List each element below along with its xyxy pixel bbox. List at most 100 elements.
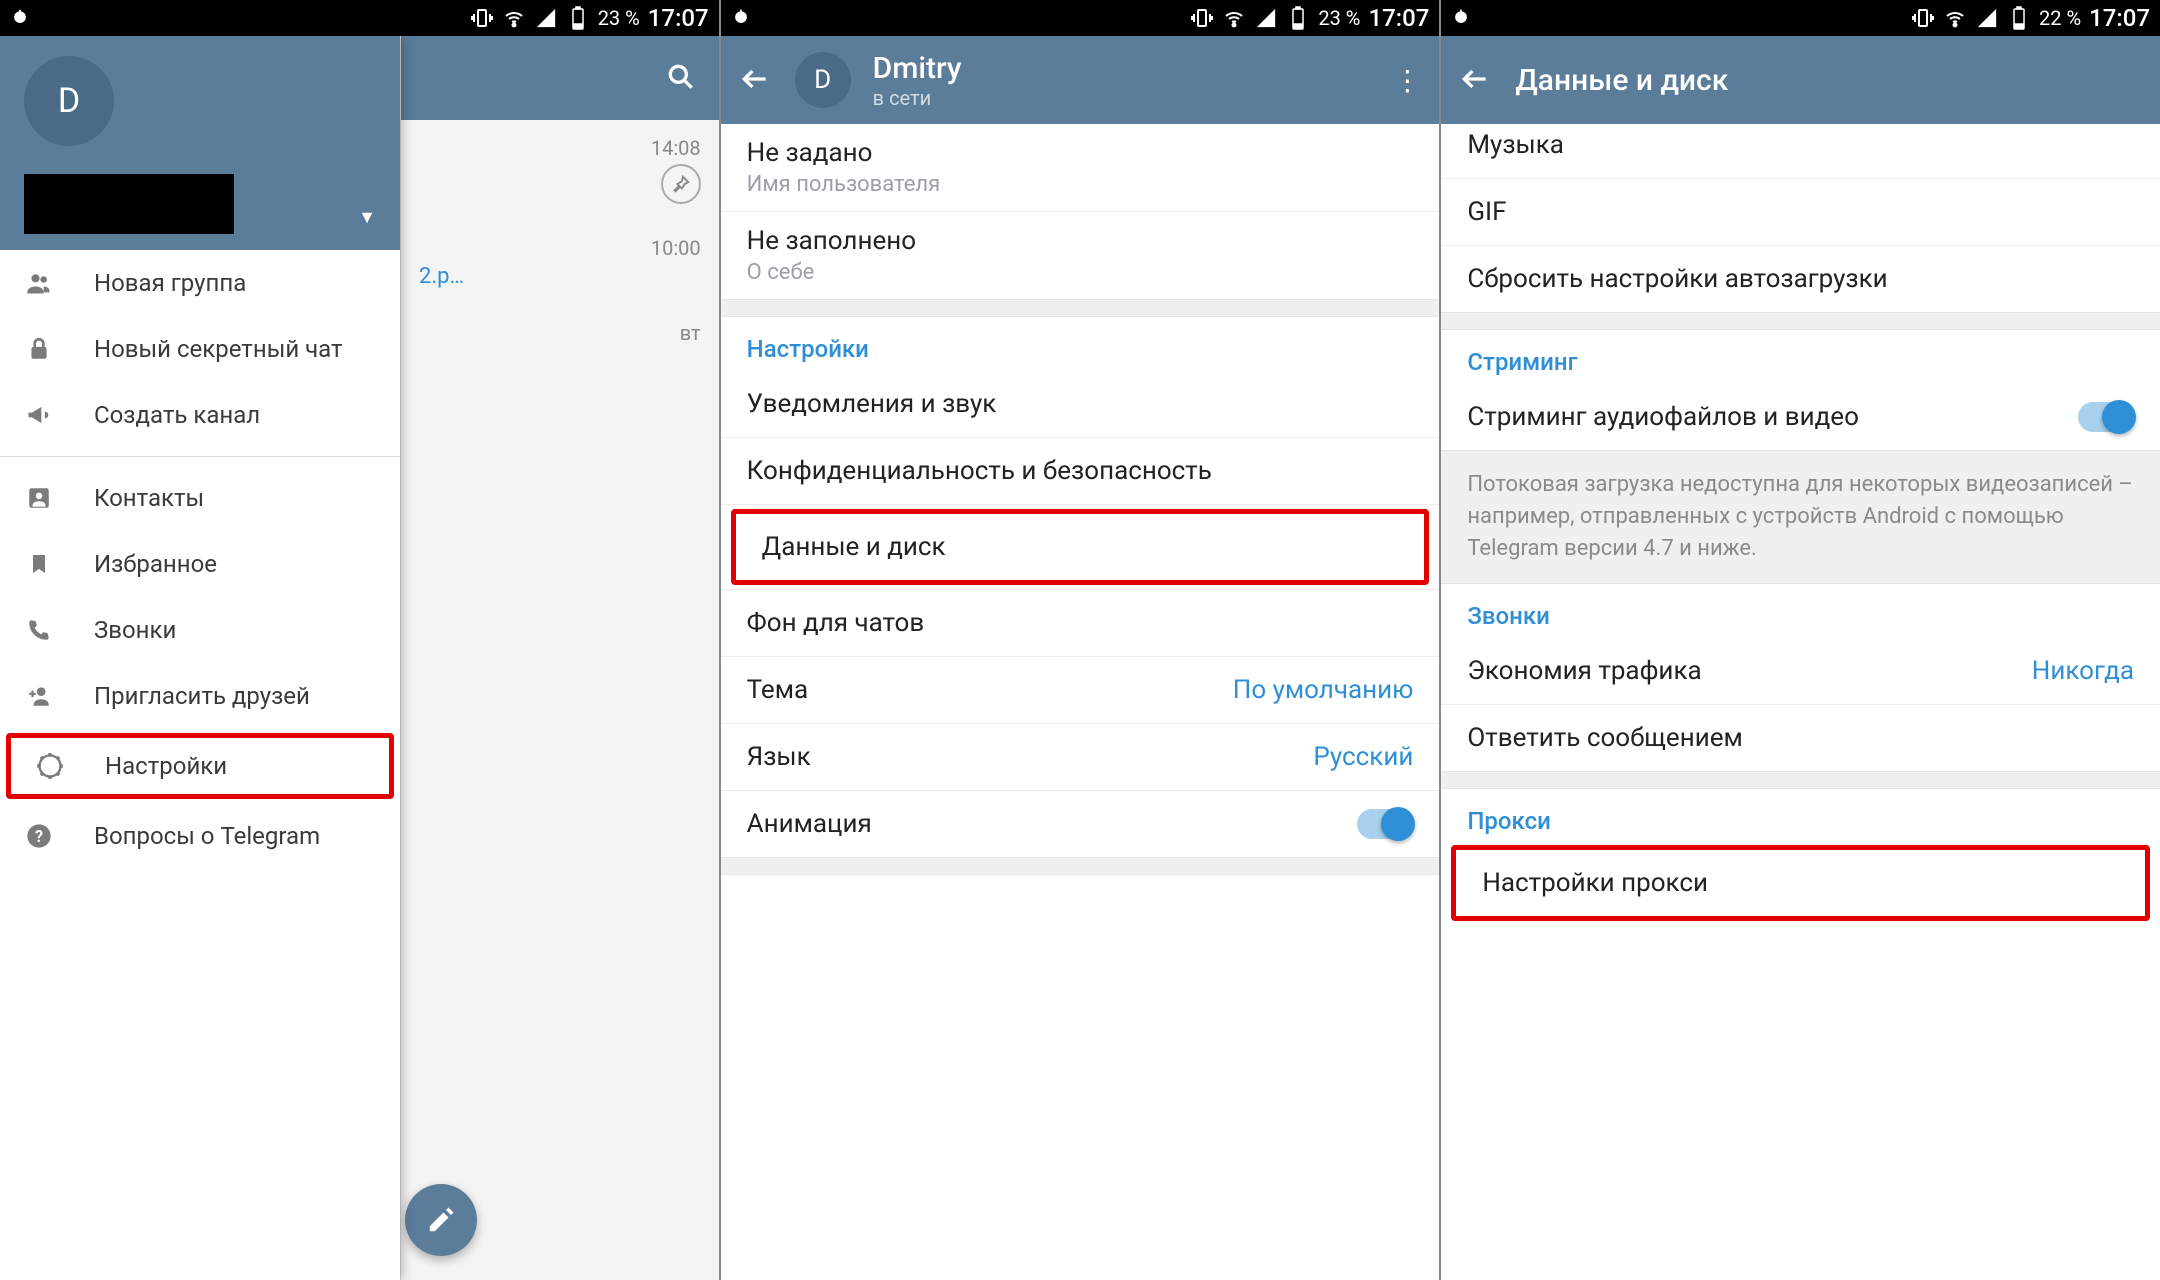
section-settings: Настройки xyxy=(721,317,1440,371)
chat-row[interactable]: 10:00 2.р… xyxy=(401,220,719,305)
section-calls: Звонки xyxy=(1441,584,2160,638)
drawer-item-calls[interactable]: Звонки xyxy=(0,597,400,663)
profile-title: Dmitry xyxy=(873,51,962,86)
clock: 17:07 xyxy=(2089,4,2150,32)
profile-avatar[interactable]: D xyxy=(795,52,851,108)
toggle-switch[interactable] xyxy=(1357,809,1413,839)
data-storage-list: Музыка GIF Сбросить настройки автозагруз… xyxy=(1441,124,2160,1280)
chat-snippet: 2.р… xyxy=(419,264,701,289)
row-proxy-settings[interactable]: Настройки прокси xyxy=(1451,845,2150,921)
bookmark-icon xyxy=(24,549,54,579)
person-icon xyxy=(24,483,54,513)
username-row[interactable]: Не задано Имя пользователя xyxy=(721,124,1440,211)
chevron-down-icon[interactable]: ▼ xyxy=(358,207,376,234)
drawer-item-settings[interactable]: Настройки xyxy=(6,733,394,799)
settings-notifications[interactable]: Уведомления и звук xyxy=(721,371,1440,437)
battery-percent: 22 % xyxy=(2039,6,2081,30)
wifi-icon xyxy=(502,6,526,30)
data-storage-appbar: Данные и диск xyxy=(1441,36,2160,124)
notification-icon xyxy=(731,8,751,28)
more-icon[interactable]: ⋮ xyxy=(1393,64,1421,97)
settings-privacy[interactable]: Конфиденциальность и безопасность xyxy=(721,438,1440,504)
page-title: Данные и диск xyxy=(1515,63,1728,98)
row-streaming[interactable]: Стриминг аудиофайлов и видео xyxy=(1441,384,2160,450)
drawer-item-label: Новый секретный чат xyxy=(94,335,343,363)
back-icon[interactable] xyxy=(739,63,773,97)
drawer-item-label: Новая группа xyxy=(94,269,246,297)
lock-icon xyxy=(24,334,54,364)
about-row[interactable]: Не заполнено О себе xyxy=(721,212,1440,299)
row-data-saving[interactable]: Экономия трафика Никогда xyxy=(1441,638,2160,704)
compose-fab[interactable] xyxy=(405,1184,477,1256)
battery-icon xyxy=(1286,6,1310,30)
drawer-item-label: Контакты xyxy=(94,484,204,512)
signal-icon xyxy=(1975,6,1999,30)
navigation-drawer: D ▼ Новая группа Новый секретный чат Со xyxy=(0,36,400,1280)
wifi-icon xyxy=(1222,6,1246,30)
drawer-item-label: Вопросы о Telegram xyxy=(94,822,320,850)
drawer-item-saved[interactable]: Избранное xyxy=(0,531,400,597)
settings-data-storage[interactable]: Данные и диск xyxy=(731,509,1430,585)
status-bar: 23 % 17:07 xyxy=(721,0,1440,36)
drawer-item-channel[interactable]: Создать канал xyxy=(0,382,400,448)
settings-theme[interactable]: Тема По умолчанию xyxy=(721,657,1440,723)
vibrate-icon xyxy=(1190,6,1214,30)
profile-status: в сети xyxy=(873,86,962,110)
chat-row[interactable]: 14:08 xyxy=(401,120,719,220)
settings-chat-background[interactable]: Фон для чатов xyxy=(721,590,1440,656)
wifi-icon xyxy=(1943,6,1967,30)
signal-icon xyxy=(1254,6,1278,30)
divider xyxy=(0,456,400,457)
drawer-item-new-group[interactable]: Новая группа xyxy=(0,250,400,316)
drawer-item-label: Пригласить друзей xyxy=(94,682,310,710)
clock: 17:07 xyxy=(648,4,709,32)
notification-icon xyxy=(1451,8,1471,28)
svg-text:?: ? xyxy=(35,827,43,846)
profile-appbar: D Dmitry в сети ⋮ xyxy=(721,36,1440,124)
search-icon[interactable] xyxy=(665,61,699,95)
vibrate-icon xyxy=(1911,6,1935,30)
settings-language[interactable]: Язык Русский xyxy=(721,724,1440,790)
toggle-switch[interactable] xyxy=(2078,402,2134,432)
drawer-header: D ▼ xyxy=(0,36,400,250)
section-streaming: Стриминг xyxy=(1441,330,2160,384)
drawer-item-invite[interactable]: Пригласить друзей xyxy=(0,663,400,729)
battery-percent: 23 % xyxy=(1318,6,1360,30)
drawer-item-contacts[interactable]: Контакты xyxy=(0,465,400,531)
person-add-icon xyxy=(24,681,54,711)
screen-settings-profile: 23 % 17:07 D Dmitry в сети ⋮ Не задано И… xyxy=(719,0,1440,1280)
drawer-item-secret-chat[interactable]: Новый секретный чат xyxy=(0,316,400,382)
screen-drawer: 23 % 17:07 D ▼ Новая группа Новый секрет… xyxy=(0,0,719,1280)
battery-icon xyxy=(2007,6,2031,30)
back-icon[interactable] xyxy=(1459,63,1493,97)
section-proxy: Прокси xyxy=(1441,789,2160,843)
settings-list: Не задано Имя пользователя Не заполнено … xyxy=(721,124,1440,1280)
chat-list-background: 14:08 10:00 2.р… вт xyxy=(400,36,719,1280)
drawer-item-faq[interactable]: ? Вопросы о Telegram xyxy=(0,803,400,869)
drawer-item-label: Звонки xyxy=(94,616,176,644)
status-bar: 22 % 17:07 xyxy=(1441,0,2160,36)
help-icon: ? xyxy=(24,821,54,851)
row-reset-autodownload[interactable]: Сбросить настройки автозагрузки xyxy=(1441,246,2160,312)
row-gif[interactable]: GIF xyxy=(1441,179,2160,245)
chat-appbar xyxy=(401,36,719,120)
drawer-list: Новая группа Новый секретный чат Создать… xyxy=(0,250,400,1280)
redacted-username xyxy=(24,174,234,234)
screen-data-storage: 22 % 17:07 Данные и диск Музыка GIF Сбро… xyxy=(1439,0,2160,1280)
appbar-titles: Dmitry в сети xyxy=(873,51,962,110)
settings-animation[interactable]: Анимация xyxy=(721,791,1440,857)
notification-icon xyxy=(10,8,30,28)
battery-icon xyxy=(566,6,590,30)
row-music[interactable]: Музыка xyxy=(1441,124,2160,178)
pin-icon xyxy=(661,164,701,204)
status-bar: 23 % 17:07 xyxy=(0,0,719,36)
group-icon xyxy=(24,268,54,298)
phone-icon xyxy=(24,615,54,645)
drawer-item-label: Настройки xyxy=(105,752,227,780)
chat-row[interactable]: вт xyxy=(401,305,719,361)
drawer-item-label: Создать канал xyxy=(94,401,260,429)
gear-icon xyxy=(35,751,65,781)
user-avatar[interactable]: D xyxy=(24,56,114,146)
row-reply-message[interactable]: Ответить сообщением xyxy=(1441,705,2160,771)
vibrate-icon xyxy=(470,6,494,30)
